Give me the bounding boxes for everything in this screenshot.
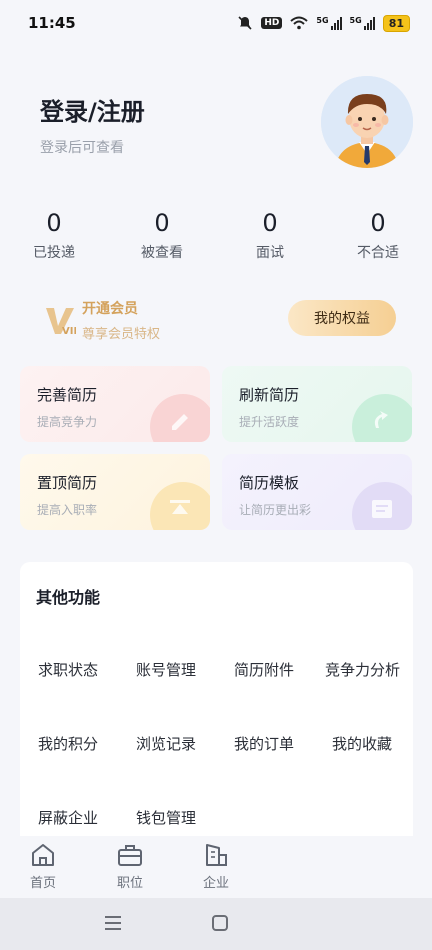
my-benefits-button[interactable]: 我的权益 [288,300,396,336]
stat-unsuitable[interactable]: 0 不合适 [324,206,432,276]
wifi-icon [290,16,309,30]
my-points-item[interactable]: 我的积分 [38,733,98,754]
avatar[interactable] [321,76,413,168]
stat-label: 面试 [256,245,284,261]
bottom-tab-bar: 首页 职位 企业 [0,836,432,898]
tab-jobs[interactable]: 职位 [100,842,160,891]
briefcase-icon [118,845,142,866]
stat-value: 0 [46,209,62,237]
account-management-item[interactable]: 账号管理 [136,659,196,680]
mute-icon [238,16,252,30]
svg-text:VIP: VIP [62,326,76,336]
refresh-resume-card[interactable]: 刷新简历 提升活跃度 [222,366,412,442]
signal-icon-2: 5G [350,16,375,30]
stat-interview[interactable]: 0 面试 [216,206,324,276]
tab-label: 职位 [116,876,143,891]
status-icons: HD 5G 5G 81 [237,14,410,32]
login-subtitle: 登录后可查看 [40,140,124,156]
home-square-icon[interactable] [212,915,228,931]
stat-label: 已投递 [33,245,75,261]
stat-label: 被查看 [141,245,183,261]
profile-header[interactable]: 登录/注册 登录后可查看 [0,46,432,206]
signal-icon: 5G [316,16,342,30]
stat-value: 0 [262,209,278,237]
my-favorites-item[interactable]: 我的收藏 [332,733,392,754]
hd-badge: HD [261,17,283,29]
tab-label: 首页 [29,876,56,891]
home-icon [32,844,54,866]
stat-value: 0 [154,209,170,237]
browsing-history-item[interactable]: 浏览记录 [136,733,196,754]
system-nav-bar [0,898,432,950]
vip-logo-icon: VIP [46,308,76,336]
resume-cards: 完善简历 提高竞争力 刷新简历 提升活跃度 置顶简历 提高入职率 简历模板 让简… [0,366,432,546]
tab-home[interactable]: 首页 [13,842,73,891]
stat-viewed[interactable]: 0 被查看 [108,206,216,276]
stat-value: 0 [370,209,386,237]
avatar-illustration [321,76,413,168]
status-bar: 11:45 HD 5G 5G 81 [0,0,432,46]
competitiveness-analysis-item[interactable]: 竞争力分析 [325,659,400,680]
other-functions-title: 其他功能 [36,588,101,607]
stat-delivered[interactable]: 0 已投递 [0,206,108,276]
wallet-management-item[interactable]: 钱包管理 [136,807,196,828]
status-time: 11:45 [28,14,76,32]
login-title[interactable]: 登录/注册 [40,92,145,127]
top-resume-card[interactable]: 置顶简历 提高入职率 [20,454,210,530]
menu-icon[interactable] [105,916,121,934]
resume-attachment-item[interactable]: 简历附件 [234,659,294,680]
job-status-item[interactable]: 求职状态 [38,659,98,680]
stats-row: 0 已投递 0 被查看 0 面试 0 不合适 [0,206,432,276]
battery-indicator: 81 [382,14,410,32]
tab-label: 企业 [202,876,229,891]
vip-title: 开通会员 [82,301,138,317]
vip-banner[interactable]: VIP 开通会员 尊享会员特权 我的权益 [0,276,432,366]
other-functions-panel: 其他功能 求职状态 账号管理 简历附件 竞争力分析 我的积分 浏览记录 我的订单… [20,562,413,862]
my-orders-item[interactable]: 我的订单 [234,733,294,754]
complete-resume-card[interactable]: 完善简历 提高竞争力 [20,366,210,442]
building-icon [206,844,227,866]
resume-template-card[interactable]: 简历模板 让简历更出彩 [222,454,412,530]
block-companies-item[interactable]: 屏蔽企业 [38,807,98,828]
stat-label: 不合适 [357,245,399,261]
tab-companies[interactable]: 企业 [186,842,246,891]
vip-subtitle: 尊享会员特权 [82,327,161,342]
